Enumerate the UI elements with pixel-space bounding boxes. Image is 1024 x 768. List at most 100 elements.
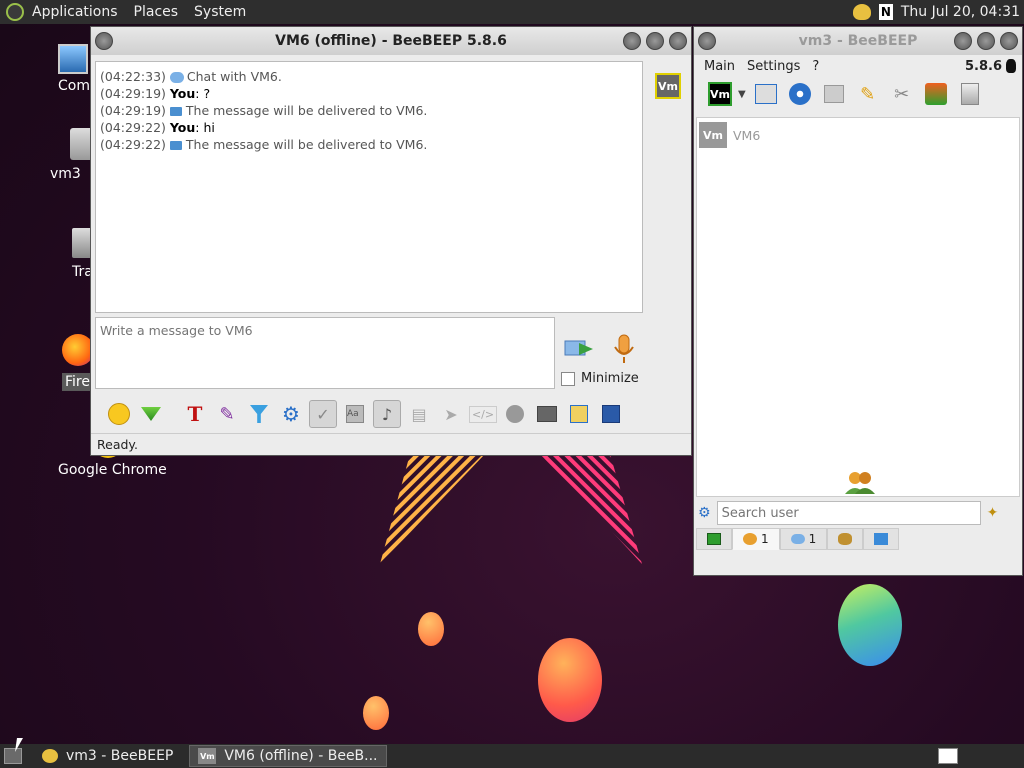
chat-bubble-icon — [169, 72, 184, 83]
window-icon — [537, 406, 557, 422]
system-menu[interactable]: System — [186, 4, 254, 20]
bottom-panel: vm3 - BeeBEEP Vm VM6 (offline) - BeeB... — [0, 744, 1024, 768]
filter-icon — [250, 405, 268, 423]
microphone-icon — [614, 334, 634, 363]
document-icon: ▤ — [411, 404, 427, 424]
menu-help[interactable]: ? — [806, 59, 825, 74]
tools-icon: ✂ — [894, 83, 910, 105]
applications-menu-icon[interactable] — [6, 3, 24, 21]
chat-message: (04:29:19) The message will be delivered… — [100, 103, 428, 118]
minimize-checkbox-row[interactable]: Minimize — [561, 371, 639, 386]
user-status-button[interactable]: Vm ▼ — [708, 82, 746, 106]
send-file-button[interactable]: ▤ — [405, 400, 433, 428]
file-share-icon — [874, 533, 889, 545]
chevron-down-icon: ▼ — [738, 88, 746, 100]
minimize-checkbox[interactable] — [561, 371, 575, 386]
update-button[interactable] — [922, 80, 950, 108]
workspace-switcher[interactable] — [938, 748, 958, 764]
menu-main[interactable]: Main — [698, 59, 741, 74]
status-text: Ready. — [97, 437, 138, 452]
clock[interactable]: Thu Jul 20, 04:31 — [901, 4, 1020, 20]
spellcheck-button[interactable]: ✓ — [309, 400, 337, 428]
chat-bubbles-icon — [790, 534, 805, 544]
network-tray-icon[interactable]: N — [878, 4, 893, 20]
user-list[interactable]: Vm VM6 — [696, 117, 1020, 497]
forward-icon: ➤ — [444, 404, 458, 424]
decorative-orb — [538, 638, 602, 722]
user-list-item[interactable]: Vm VM6 — [697, 118, 1019, 152]
menu-settings[interactable]: Settings — [741, 59, 806, 74]
send-folder-button[interactable]: ➤ — [437, 400, 465, 428]
taskbar-item-vm3[interactable]: vm3 - BeeBEEP — [34, 745, 181, 767]
taskbar-item-vm6[interactable]: Vm VM6 (offline) - BeeB... — [189, 745, 387, 767]
word-completer-button[interactable]: Aa — [341, 400, 369, 428]
main-tabs: 1 1 — [696, 527, 1020, 551]
edit-profile-button[interactable] — [752, 80, 780, 108]
chat-settings-button[interactable]: ⚙ — [277, 400, 305, 428]
main-menu-bar: Main Settings ? 5.8.6 — [694, 55, 1022, 77]
network-button[interactable] — [786, 80, 814, 108]
maximize-window-button[interactable] — [977, 32, 995, 50]
window-menu-button[interactable] — [95, 32, 113, 50]
emoticon-menu-button[interactable] — [137, 400, 165, 428]
chat-message: (04:29:22) You: hi — [100, 120, 215, 135]
save-button[interactable] — [597, 400, 625, 428]
chat-window-titlebar[interactable]: VM6 (offline) - BeeBEEP 5.8.6 — [91, 27, 691, 55]
send-icon — [564, 340, 593, 356]
write-message-button[interactable]: ✎ — [854, 80, 882, 108]
network-monitor-icon — [707, 533, 721, 545]
maximize-window-button[interactable] — [646, 32, 664, 50]
minimize-window-button[interactable] — [954, 32, 972, 50]
member-avatar[interactable]: Vm — [655, 73, 681, 99]
update-arrow-icon — [924, 83, 947, 105]
save-chat-button[interactable] — [533, 400, 561, 428]
tab-chats[interactable]: 1 — [779, 528, 828, 550]
tab-groups[interactable] — [827, 528, 864, 550]
vcard-icon — [754, 84, 777, 104]
green-arrow-icon — [141, 407, 161, 421]
screenshot-button[interactable] — [501, 400, 529, 428]
tab-network[interactable] — [696, 528, 732, 550]
edit-chat-button[interactable] — [565, 400, 593, 428]
clear-button[interactable] — [956, 80, 984, 108]
main-window-title: vm3 - BeeBEEP — [798, 33, 918, 49]
tools-button[interactable]: ✂ — [888, 80, 916, 108]
search-user-input[interactable] — [716, 501, 981, 525]
close-window-button[interactable] — [669, 32, 687, 50]
decorative-orb — [838, 584, 902, 666]
clear-search-icon[interactable]: ✦ — [987, 505, 999, 521]
code-button[interactable]: </> — [468, 400, 498, 428]
decorative-orb — [418, 612, 444, 646]
broadcast-icon — [788, 83, 811, 105]
chat-log[interactable]: (04:22:33) Chat with VM6. (04:29:19) You… — [95, 61, 643, 313]
chat-status-bar: Ready. — [91, 433, 691, 455]
users-group-icon — [845, 470, 875, 494]
decorative-stripes — [380, 454, 642, 564]
font-button[interactable]: T — [181, 400, 209, 428]
group-icon — [838, 533, 853, 545]
tab-users[interactable]: 1 — [732, 528, 780, 550]
beebeep-tray-icon[interactable] — [852, 4, 871, 20]
main-window-titlebar[interactable]: vm3 - BeeBEEP — [694, 27, 1022, 55]
open-folder-button[interactable] — [820, 80, 848, 108]
chat-window: VM6 (offline) - BeeBEEP 5.8.6 (04:22:33)… — [90, 26, 692, 456]
tab-file-sharing[interactable] — [863, 528, 900, 550]
applications-menu[interactable]: Applications — [24, 4, 126, 20]
sound-notification-button[interactable]: ♪ — [373, 400, 401, 428]
beebeep-icon — [42, 749, 58, 763]
decorative-orb — [363, 696, 389, 730]
places-menu[interactable]: Places — [126, 4, 187, 20]
search-options-icon[interactable]: ⚙ — [698, 505, 711, 521]
close-window-button[interactable] — [1000, 32, 1018, 50]
envelope-icon — [169, 141, 182, 150]
envelope-icon — [169, 107, 182, 116]
window-menu-button[interactable] — [698, 32, 716, 50]
message-input[interactable] — [95, 317, 555, 389]
voice-message-button[interactable] — [611, 333, 637, 365]
emoticon-button[interactable] — [105, 400, 133, 428]
filter-button[interactable] — [245, 400, 273, 428]
send-message-button[interactable] — [563, 335, 595, 363]
minimize-window-button[interactable] — [623, 32, 641, 50]
font-color-button[interactable]: ✎ — [213, 400, 241, 428]
color-palette-icon: ✎ — [219, 403, 235, 425]
